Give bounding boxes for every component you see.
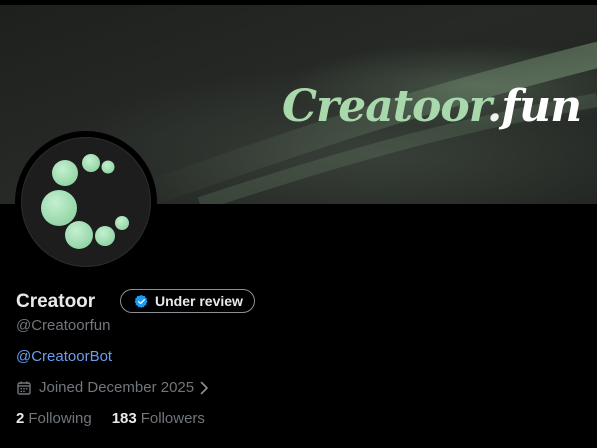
verified-check-icon xyxy=(134,294,148,308)
logo-dot: . xyxy=(486,81,502,132)
avatar-image xyxy=(21,137,151,267)
followers-count: 183 xyxy=(111,410,137,427)
badge-label: Under review xyxy=(155,293,243,309)
following-link[interactable]: 2 Following xyxy=(16,410,92,428)
bio-mention-link[interactable]: @CreatoorBot xyxy=(16,348,112,366)
following-label: Following xyxy=(28,410,92,427)
follow-stats: 2 Following 183 Followers xyxy=(16,410,205,428)
joined-date-row[interactable]: Joined December 2025 xyxy=(16,378,209,398)
verification-status-badge[interactable]: Under review xyxy=(120,289,255,313)
chevron-right-icon xyxy=(200,381,208,395)
avatar[interactable] xyxy=(15,131,157,273)
following-count: 2 xyxy=(16,410,25,427)
username-handle: @Creatoorfun xyxy=(16,317,111,334)
display-name: Creatoor xyxy=(16,291,96,312)
joined-date-text: Joined December 2025 xyxy=(39,379,195,396)
calendar-icon xyxy=(17,381,31,395)
logo-tld: fun xyxy=(501,81,582,132)
logo-name: Creatoor xyxy=(282,81,488,132)
banner-logo-text: Creatoor.fun xyxy=(282,75,582,139)
followers-label: Followers xyxy=(140,410,205,427)
dots-c-logo-icon xyxy=(41,154,129,249)
followers-link[interactable]: 183 Followers xyxy=(112,410,205,428)
